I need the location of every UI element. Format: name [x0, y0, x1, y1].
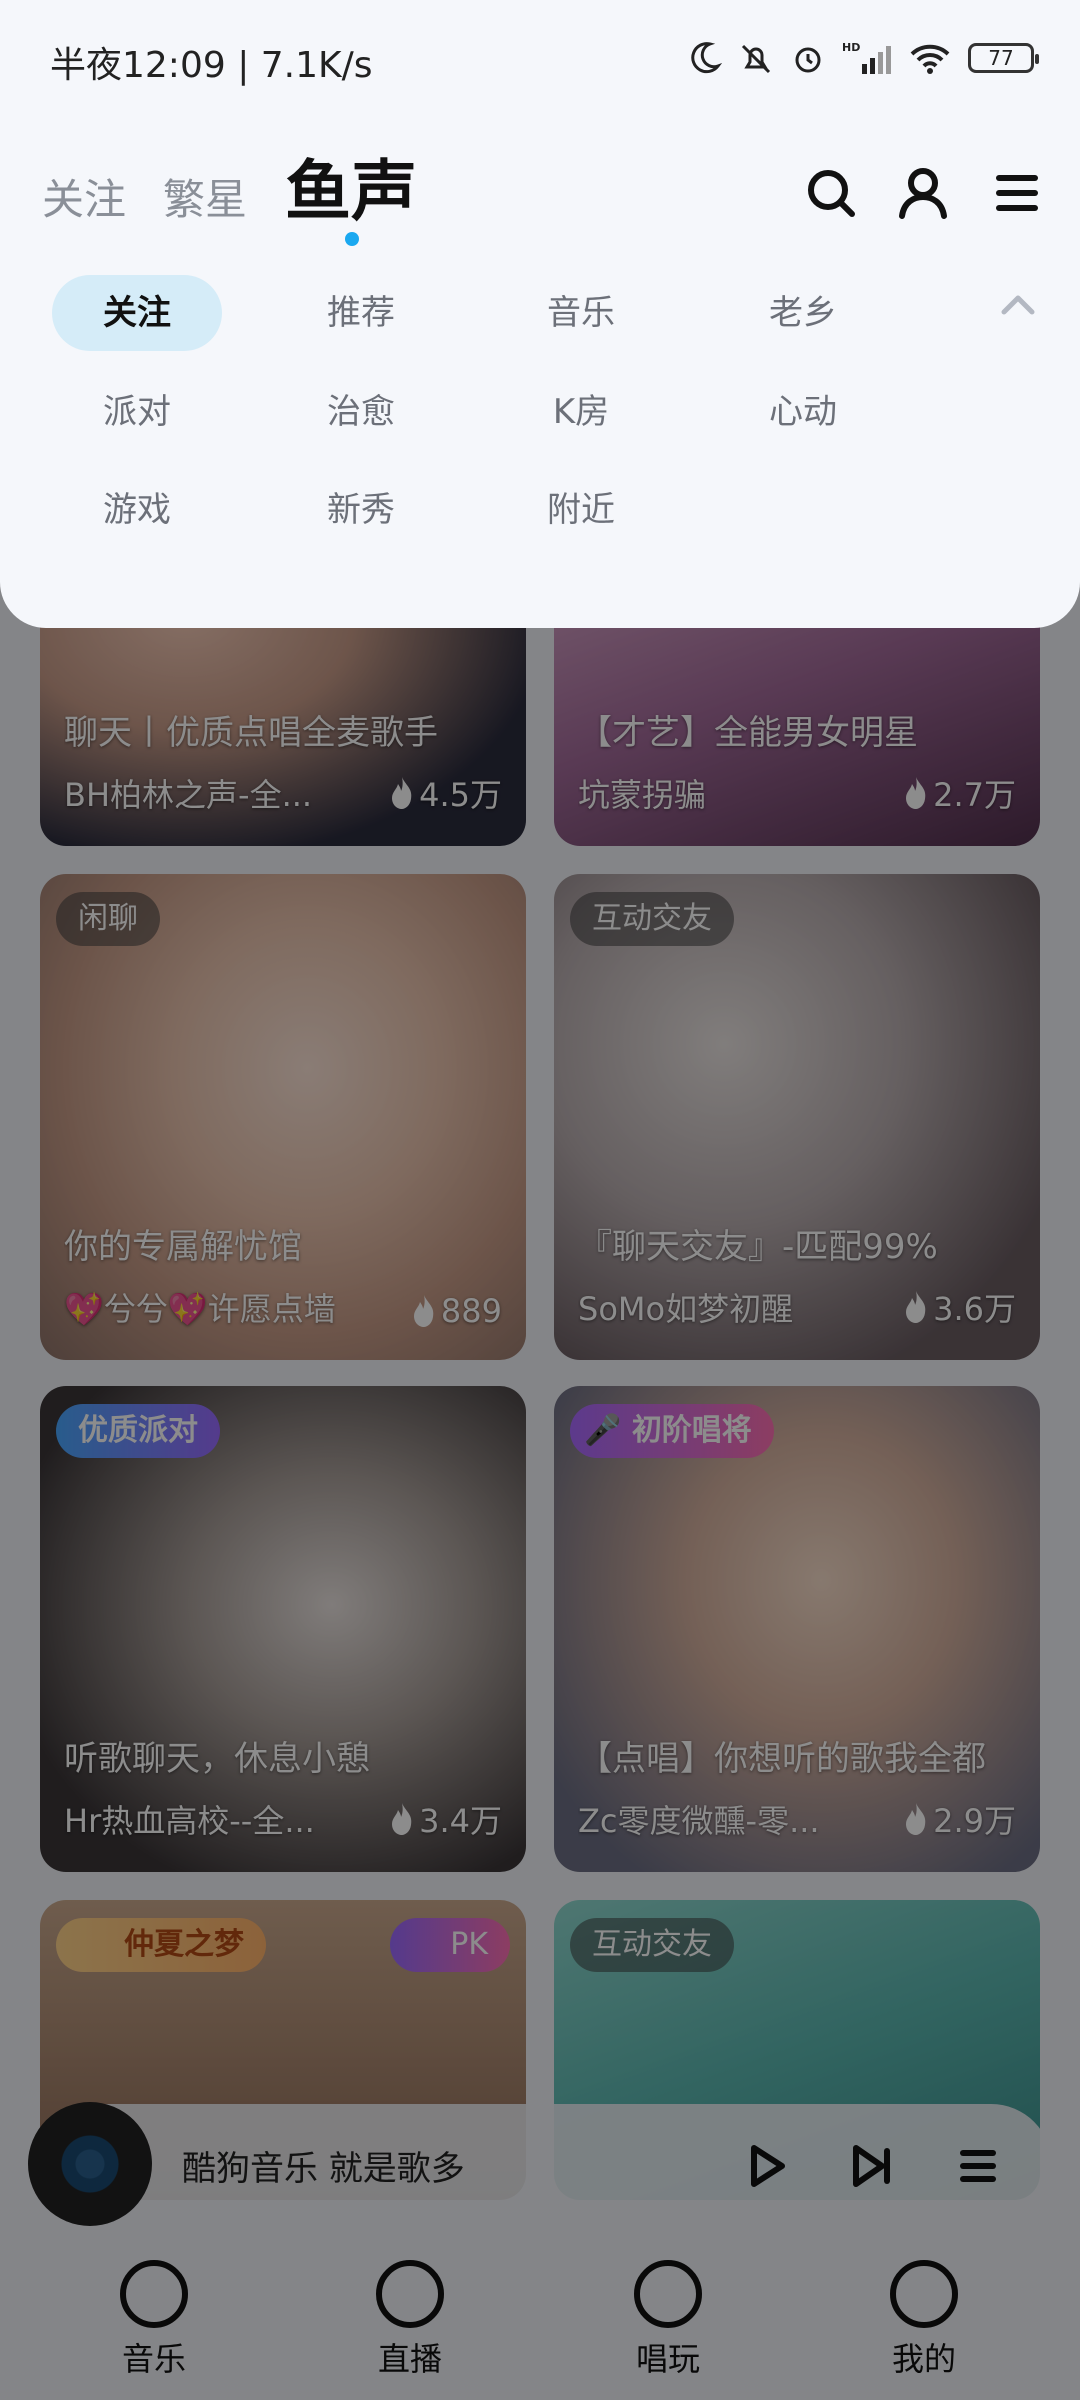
moon-icon — [691, 42, 722, 74]
category-chip[interactable]: 关注 — [52, 275, 222, 351]
active-tab-indicator — [345, 232, 359, 246]
category-chip[interactable]: 附近 — [496, 472, 666, 548]
battery-level: 77 — [988, 46, 1014, 70]
category-chip[interactable]: 新秀 — [276, 472, 446, 548]
category-chip[interactable]: 派对 — [52, 374, 222, 450]
wifi-icon — [910, 44, 950, 74]
signal-icon: HD — [842, 41, 891, 74]
search-icon[interactable] — [804, 166, 858, 220]
category-chip[interactable]: 治愈 — [276, 374, 446, 450]
mute-bell-icon — [741, 44, 771, 74]
battery-icon: 77 — [968, 43, 1039, 73]
category-chip[interactable]: K房 — [496, 374, 666, 450]
tab-stars[interactable]: 繁星 — [163, 166, 247, 227]
chevron-up-icon[interactable] — [1000, 292, 1036, 316]
profile-icon[interactable] — [896, 166, 950, 220]
category-chip[interactable]: 老乡 — [718, 275, 888, 351]
status-icons: HD 77 — [686, 40, 1039, 76]
menu-icon[interactable] — [990, 166, 1044, 220]
status-time: 半夜12:09 | 7.1K/s — [50, 45, 373, 86]
svg-text:HD: HD — [842, 41, 860, 54]
category-panel: 半夜12:09 | 7.1K/s HD 77 关注 繁星 鱼声 关注 推荐 音乐… — [0, 0, 1080, 628]
tab-follow[interactable]: 关注 — [42, 166, 126, 227]
category-chip[interactable]: 推荐 — [276, 275, 446, 351]
category-chip[interactable]: 心动 — [718, 374, 888, 450]
tab-yusheng[interactable]: 鱼声 — [285, 138, 417, 234]
category-chip[interactable]: 游戏 — [52, 472, 222, 548]
category-chip[interactable]: 音乐 — [496, 275, 666, 351]
alarm-icon — [795, 47, 821, 73]
